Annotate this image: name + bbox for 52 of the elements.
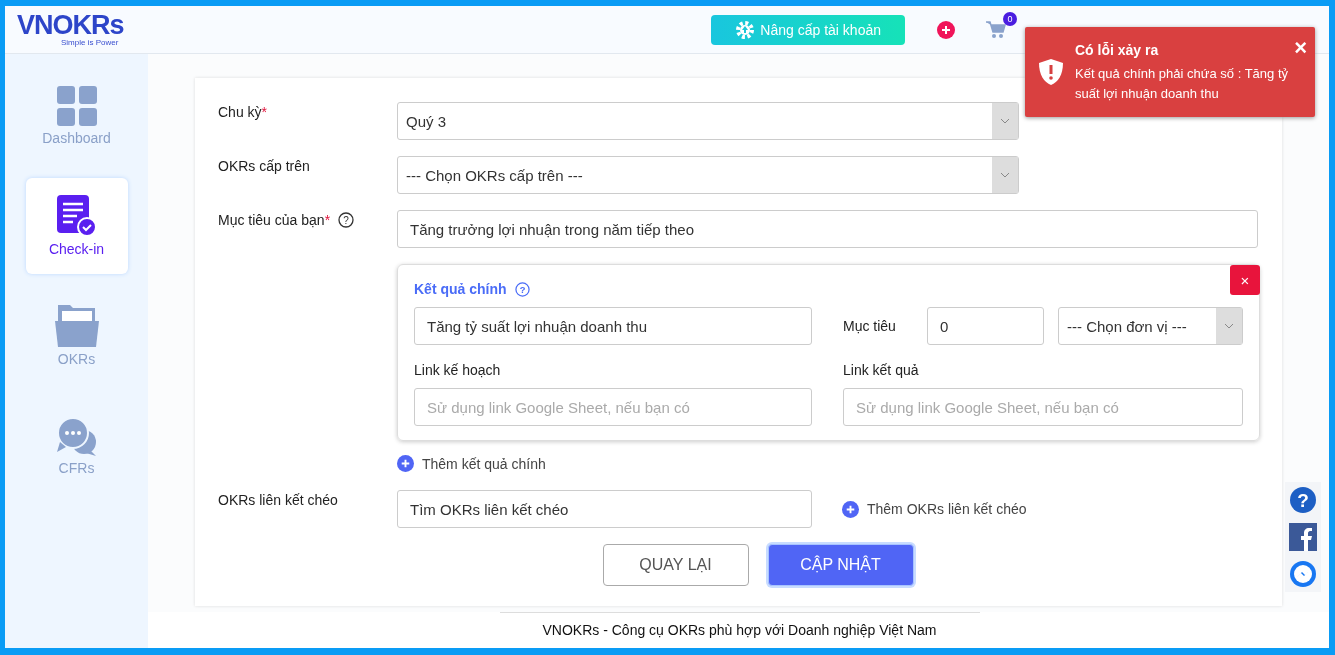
key-result-input[interactable]: Tăng tỷ suất lợi nhuận doanh thu xyxy=(414,307,812,345)
parent-okrs-select[interactable]: --- Chọn OKRs cấp trên --- xyxy=(397,156,1019,194)
logo-text: VNOKRs xyxy=(17,12,124,39)
sidebar-label: Dashboard xyxy=(42,130,111,146)
cart-count-badge: 0 xyxy=(1003,11,1017,26)
cross-okrs-search[interactable]: Tìm OKRs liên kết chéo xyxy=(397,490,812,528)
back-button[interactable]: QUAY LẠI xyxy=(602,544,749,586)
caret-icon xyxy=(1216,308,1242,344)
objective-input[interactable]: Tăng trưởng lợi nhuận trong năm tiếp theo xyxy=(397,210,1258,248)
plus-icon xyxy=(842,500,859,518)
logo-tagline: Simple is Power xyxy=(60,39,120,47)
folder-icon xyxy=(54,305,99,347)
facebook-icon[interactable] xyxy=(1289,523,1317,551)
help-icon[interactable]: ? xyxy=(1289,486,1317,514)
field-label: Mục tiêu của bạn* xyxy=(218,212,331,228)
remove-button[interactable]: × xyxy=(1230,265,1260,295)
shield-alert-icon xyxy=(1039,59,1063,85)
unit-select[interactable]: --- Chọn đơn vị --- xyxy=(1058,307,1243,345)
add-icon[interactable] xyxy=(937,20,955,39)
plus-icon xyxy=(397,455,414,472)
field-label: Link kết quả xyxy=(843,361,920,380)
footer-text: VNOKRs - Công cụ OKRs phù hợp với Doanh nghiệp Việt Nam xyxy=(499,612,980,648)
field-label: OKRs liên kết chéo xyxy=(218,491,339,508)
field-label: Chu kỳ* xyxy=(218,103,269,120)
grid-icon xyxy=(56,86,97,126)
help-icon[interactable]: ? xyxy=(514,281,530,297)
update-button[interactable]: CẬP NHẬT xyxy=(767,544,914,586)
cycle-select[interactable]: Quý 3 xyxy=(397,102,1019,140)
cart-icon[interactable] xyxy=(985,19,1007,40)
sidebar-label: OKRs xyxy=(57,351,96,367)
sidebar-item[interactable]: Check-in xyxy=(25,178,128,274)
field-label: Link kế hoạch xyxy=(414,361,502,380)
help-icon[interactable]: ? xyxy=(338,212,355,228)
field-label: Mục tiêu xyxy=(843,318,897,334)
toast-message: Kết quả chính phải chứa số : Tăng tỷ suất lợi nhuận doanh thu xyxy=(1075,65,1289,103)
add-cross-link[interactable]: Thêm OKRs liên kết chéo xyxy=(842,500,1027,518)
close-button[interactable]: × xyxy=(1294,37,1307,59)
key-result-title: Kết quả chính xyxy=(414,281,507,297)
gear-icon xyxy=(735,19,756,40)
logo[interactable]: VNOKRs Simple is Power xyxy=(17,12,124,47)
target-input[interactable]: 0 xyxy=(927,307,1044,345)
sidebar-label: Check-in xyxy=(48,241,105,257)
plan-link-input[interactable]: Sử dụng link Google Sheet, nếu bạn có xyxy=(414,388,812,426)
checklist-icon xyxy=(56,195,97,237)
field-label: OKRs cấp trên xyxy=(218,157,311,174)
toast-title: Có lỗi xảy ra xyxy=(1075,41,1159,60)
caret-icon xyxy=(992,103,1018,139)
sidebar-label: CFRs xyxy=(58,460,95,476)
result-link-input[interactable]: Sử dụng link Google Sheet, nếu bạn có xyxy=(843,388,1243,426)
caret-icon xyxy=(992,157,1018,193)
add-key-result-link[interactable]: Thêm kết quả chính xyxy=(397,455,1258,472)
chat-bubbles-icon xyxy=(55,416,98,456)
